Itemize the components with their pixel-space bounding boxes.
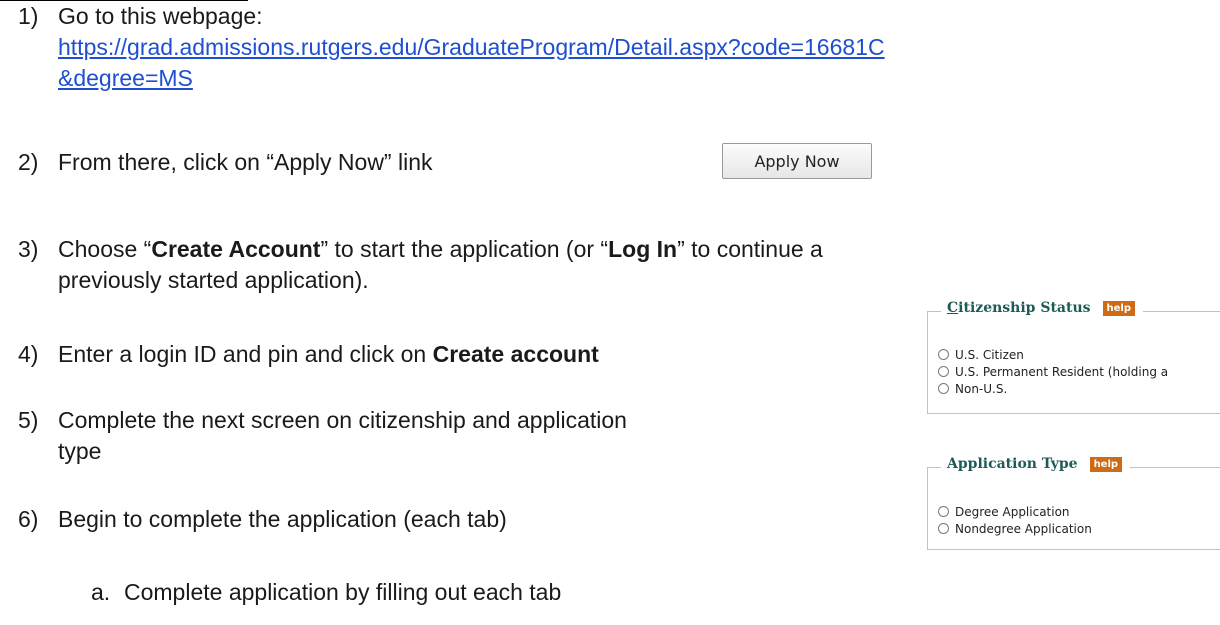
step-2: 2) From there, click on “Apply Now” link [18,147,433,177]
step-3: 3) Choose “Create Account” to start the a… [18,236,823,262]
webpage-link-line2[interactable]: &degree=MS [58,63,193,93]
citizenship-access-key: C [947,300,959,316]
step-text: Go to this webpage: [58,3,263,29]
application-type-options: Degree Application Nondegree Application [938,503,1092,537]
step-number: 2) [18,149,39,175]
step-number: 1) [18,3,39,29]
citizenship-options: U.S. Citizen U.S. Permanent Resident (ho… [938,346,1168,397]
step-text: From there, click on “Apply Now” link [58,149,433,175]
webpage-link-line1[interactable]: https://grad.admissions.rutgers.edu/Grad… [58,32,885,62]
citizenship-status-heading: Citizenship Status help [941,300,1144,316]
create-account-emphasis: Create Account [151,236,321,262]
citizenship-option-us-citizen[interactable]: U.S. Citizen [938,346,1168,363]
application-type-heading: Application Type help [941,456,1131,472]
radio-button[interactable] [938,366,949,377]
create-account-emphasis: Create account [432,341,599,367]
step-5-continued: type [58,438,102,464]
step-number: 5) [18,407,39,433]
radio-button[interactable] [938,383,949,394]
step-4: 4) Enter a login ID and pin and click on … [18,341,599,367]
substep-text: Complete application by filling out each… [124,579,562,605]
step-number: 4) [18,341,39,367]
radio-button[interactable] [938,349,949,360]
step-number: 6) [18,506,39,532]
application-type-option-nondegree[interactable]: Nondegree Application [938,520,1092,537]
step-text: Begin to complete the application (each … [58,506,507,532]
apply-now-button[interactable]: Apply Now [722,143,872,179]
step-3-continued: previously started application). [58,267,369,293]
webpage-link-continued[interactable]: &degree=MS [58,65,193,91]
step-5: 5) Complete the next screen on citizenshi… [18,405,627,435]
substep-letter: a. [91,579,111,605]
step-1: 1) Go to this webpage: [18,1,263,31]
step-6: 6) Begin to complete the application (eac… [18,504,507,534]
citizenship-option-non-us[interactable]: Non-U.S. [938,380,1168,397]
substep-a: a. Complete application by filling out ea… [91,577,561,607]
citizenship-status-panel: Citizenship Status help U.S. Citizen U.S… [927,300,1220,414]
citizenship-option-permanent-resident[interactable]: U.S. Permanent Resident (holding a [938,363,1168,380]
log-in-emphasis: Log In [608,236,678,262]
application-type-panel: Application Type help Degree Application… [927,456,1220,550]
webpage-link[interactable]: https://grad.admissions.rutgers.edu/Grad… [58,34,885,60]
radio-button[interactable] [938,523,949,534]
step-number: 3) [18,236,39,262]
radio-button[interactable] [938,506,949,517]
citizenship-help-badge[interactable]: help [1102,300,1136,316]
application-type-option-degree[interactable]: Degree Application [938,503,1092,520]
application-type-help-badge[interactable]: help [1089,456,1123,472]
step-text: Complete the next screen on citizenship … [58,407,627,433]
